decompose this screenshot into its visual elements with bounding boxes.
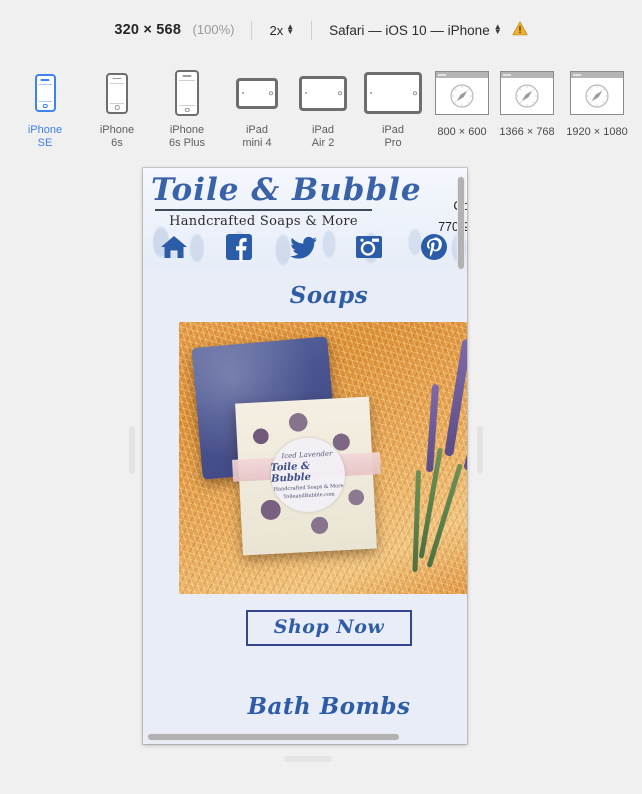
section-heading-bath-bombs: Bath Bombs [247, 693, 411, 720]
resolution-preset-label: 800 × 600 [437, 126, 487, 138]
horizontal-scrollbar[interactable] [147, 733, 447, 741]
soap-label: Iced Lavender Toile & Bubble Handcrafted… [269, 436, 347, 514]
user-agent-select[interactable]: Safari — iOS 10 — iPhone ▲ ▼ [329, 21, 528, 39]
pixel-scale-value: 2x [269, 22, 284, 38]
preview-stage: Toile & Bubble Handcrafted Soaps & More … [0, 168, 642, 794]
responsive-design-toolbar: 320 × 568 (100%) 2x ▲ ▼ Safari — iOS 10 —… [0, 0, 642, 60]
device-preset-label: iPad Pro [381, 124, 405, 149]
compass-glyph [585, 83, 609, 108]
device-preset-ipad-mini-4[interactable]: iPad mini 4 [224, 66, 290, 150]
toolbar-divider-1 [251, 20, 253, 40]
site-branding: Toile & Bubble Handcrafted Soaps & More [151, 172, 422, 229]
resolution-preset-1920x1080[interactable]: 1920 × 1080 [560, 66, 634, 138]
device-preset-label: iPhone SE [27, 124, 63, 149]
shop-now-button-wrap: Shop Now [143, 594, 467, 646]
resolution-preset-1366x768[interactable]: 1366 × 768 [494, 66, 560, 138]
iphone-6s-plus-icon [175, 66, 199, 120]
resolution-preset-label: 1920 × 1080 [566, 126, 628, 138]
device-preset-ipad-pro[interactable]: iPad Pro [356, 66, 430, 150]
chevron-up-down-icon: ▲ ▼ [493, 22, 502, 36]
compass-glyph [450, 83, 474, 108]
ipad-air-2-icon [299, 66, 347, 120]
home-icon[interactable] [159, 232, 189, 262]
wrapped-soap: Iced Lavender Toile & Bubble Handcrafted… [232, 396, 382, 556]
viewport-dimensions-value: 320 × 568 [114, 22, 182, 38]
device-viewport[interactable]: Toile & Bubble Handcrafted Soaps & More … [143, 168, 467, 744]
brand-divider [155, 209, 372, 211]
instagram-icon[interactable] [354, 232, 384, 262]
device-preset-label: iPhone 6s Plus [168, 124, 206, 149]
website-frame[interactable]: Toile & Bubble Handcrafted Soaps & More … [143, 168, 467, 744]
device-preset-iphone-6s-plus[interactable]: iPhone 6s Plus [150, 66, 224, 150]
iphone-6s-icon [106, 66, 128, 120]
safari-compass-icon [500, 66, 554, 120]
soap-label-url: ToileandBubble.com [283, 491, 335, 501]
device-preset-iphone-se[interactable]: iPhone SE [6, 66, 84, 150]
product-photo-soaps[interactable]: Iced Lavender Toile & Bubble Handcrafted… [179, 322, 467, 594]
viewport-zoom-percent: (100%) [192, 22, 235, 37]
toolbar-divider-2 [311, 20, 313, 40]
resize-handle-bottom[interactable] [284, 756, 332, 762]
pinterest-icon[interactable] [419, 232, 449, 262]
user-agent-value: Safari — iOS 10 — iPhone [329, 22, 490, 38]
chevron-up-down-icon: ▲ ▼ [286, 22, 295, 36]
social-links-row [159, 232, 449, 262]
device-preset-label: iPhone 6s [99, 124, 135, 149]
ipad-pro-icon [364, 66, 422, 120]
website-page: Toile & Bubble Handcrafted Soaps & More … [143, 168, 467, 744]
soap-label-brand: Toile & Bubble [270, 460, 312, 485]
device-preset-ipad-air-2[interactable]: iPad Air 2 [290, 66, 356, 150]
brand-tagline: Handcrafted Soaps & More [169, 214, 358, 229]
facebook-icon[interactable] [224, 232, 254, 262]
pixel-scale-select[interactable]: 2x ▲ ▼ [269, 23, 294, 38]
resize-handle-left[interactable] [129, 426, 135, 474]
compass-glyph [515, 83, 539, 108]
twitter-icon[interactable] [289, 232, 319, 262]
soap-label-scent: Iced Lavender [281, 449, 333, 461]
shop-now-button[interactable]: Shop Now [245, 610, 413, 646]
warning-triangle-icon[interactable] [511, 21, 528, 39]
horizontal-scrollbar-thumb[interactable] [147, 733, 400, 741]
vertical-scrollbar-thumb[interactable] [457, 176, 465, 270]
site-header: Toile & Bubble Handcrafted Soaps & More … [143, 168, 467, 266]
vertical-scrollbar[interactable] [457, 174, 465, 734]
ipad-mini-4-icon [236, 66, 278, 120]
device-preset-iphone-6s[interactable]: iPhone 6s [84, 66, 150, 150]
safari-compass-icon [570, 66, 624, 120]
resolution-preset-label: 1366 × 768 [499, 126, 555, 138]
iphone-se-icon [34, 66, 56, 120]
resolution-preset-800x600[interactable]: 800 × 600 [430, 66, 494, 138]
device-preset-label: iPad mini 4 [242, 124, 272, 149]
section-heading-soaps: Soaps [289, 282, 369, 309]
device-presets-strip: iPhone SE iPhone 6s iPhone 6s Plus iPad … [0, 62, 642, 152]
viewport-dimensions[interactable]: 320 × 568 (100%) [114, 21, 234, 39]
resize-handle-right[interactable] [477, 426, 483, 474]
device-preset-label: iPad Air 2 [311, 124, 335, 149]
brand-name: Toile & Bubble [151, 172, 422, 208]
safari-compass-icon [435, 66, 489, 120]
